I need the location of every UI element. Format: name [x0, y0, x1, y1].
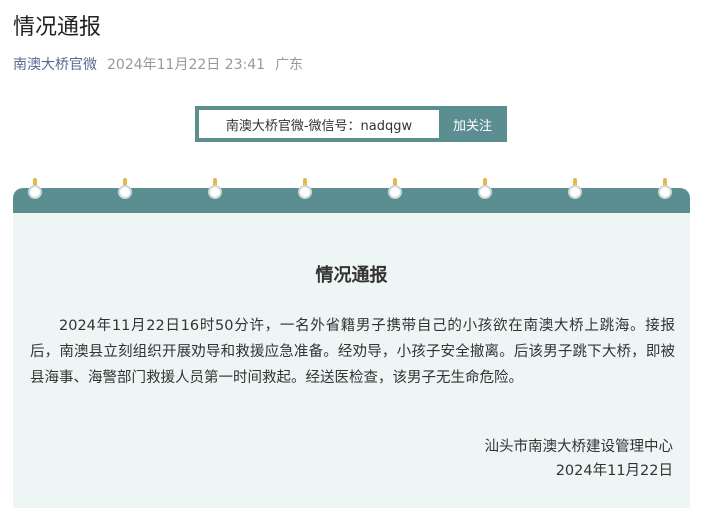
account-name-link[interactable]: 南澳大桥官微 [13, 54, 97, 74]
notice-title: 情况通报 [315, 265, 388, 286]
binder-ring-icon [28, 178, 42, 200]
notice-paragraph: 2024年11月22日16时50分许，一名外省籍男子携带自己的小孩欲在南澳大桥上… [30, 318, 675, 386]
article-meta: 南澳大桥官微 2024年11月22日 23:41 广东 [13, 54, 303, 74]
binder-ring-icon [658, 178, 672, 200]
notice-card-header [13, 188, 690, 213]
signature-organization: 汕头市南澳大桥建设管理中心 [484, 439, 674, 455]
follow-button[interactable]: 加关注 [439, 107, 506, 141]
binder-ring-icon [478, 178, 492, 200]
publish-location: 广东 [275, 57, 304, 73]
binder-ring-icon [298, 178, 312, 200]
binder-ring-icon [568, 178, 582, 200]
publish-time: 2024年11月22日 23:41 [107, 57, 266, 73]
wechat-id-text: 南澳大桥官微-微信号：nadqgw [196, 107, 439, 141]
binder-ring-icon [118, 178, 132, 200]
follow-banner: 南澳大桥官微-微信号：nadqgw 加关注 [195, 106, 507, 142]
binder-ring-icon [388, 178, 402, 200]
signature-date: 2024年11月22日 [555, 463, 673, 479]
article-title: 情况通报 [13, 15, 102, 40]
binder-ring-icon [208, 178, 222, 200]
notice-card: 情况通报 2024年11月22日16时50分许，一名外省籍男子携带自己的小孩欲在… [13, 178, 690, 508]
notice-signature: 汕头市南澳大桥建设管理中心 2024年11月22日 [485, 435, 674, 483]
